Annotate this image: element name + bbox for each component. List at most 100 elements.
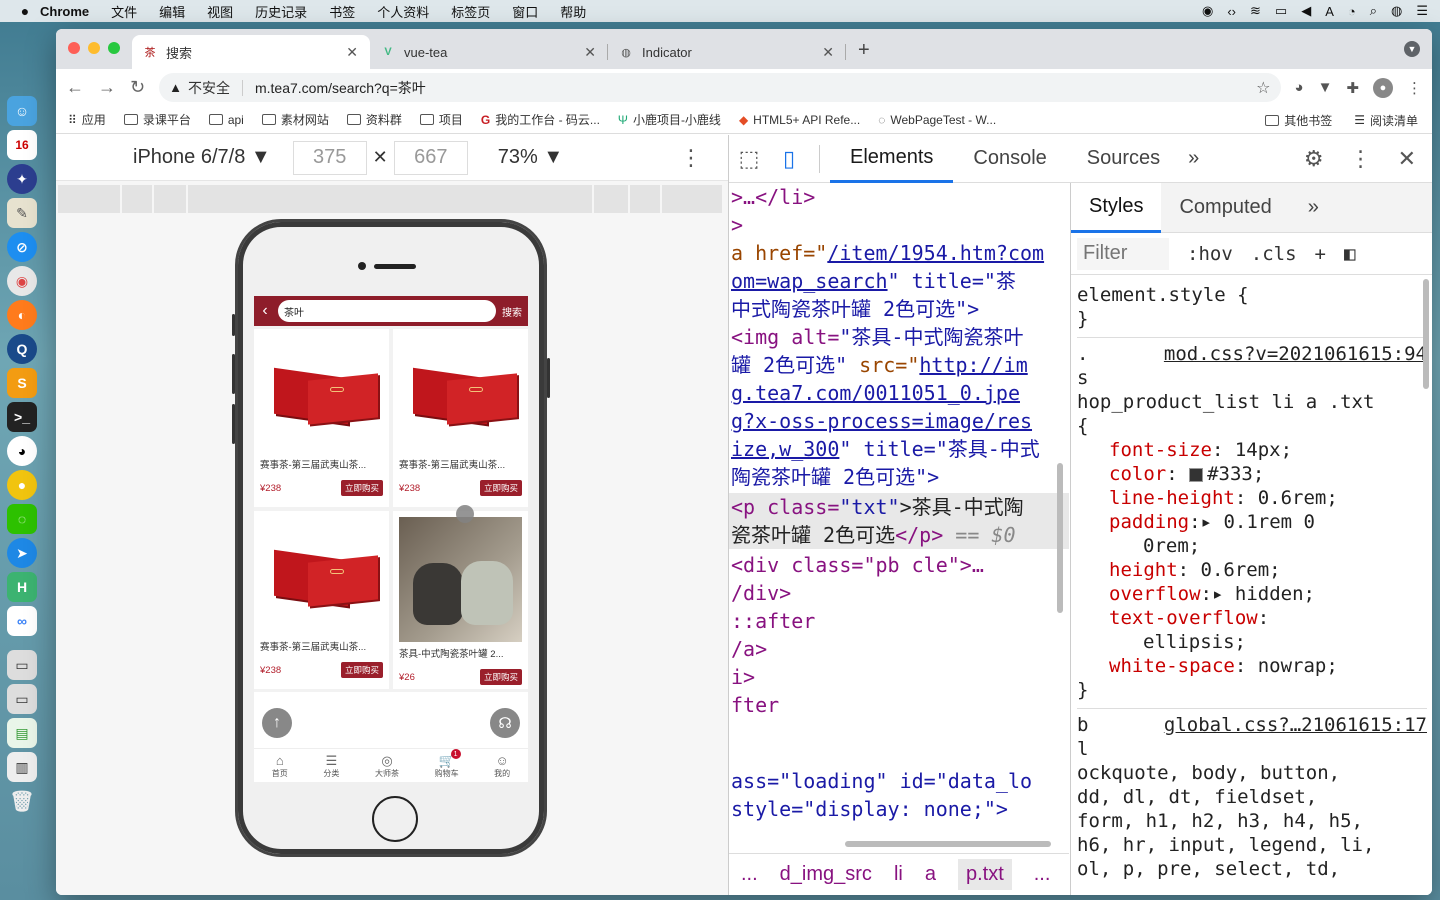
reload-icon[interactable]: ↻ [130, 77, 145, 98]
spotlight-search-icon[interactable]: ⌕ [1370, 3, 1377, 19]
stylesheet-link[interactable]: global.css?…21061615:17 [1164, 713, 1427, 737]
bookmark-folder[interactable]: api [208, 113, 244, 127]
other-bookmarks[interactable]: 其他书签 [1265, 112, 1332, 129]
dom-node[interactable]: 陶瓷茶叶罐 2色可选"> [729, 463, 1069, 491]
chrome-menu-icon[interactable]: ⋮ [1407, 79, 1422, 97]
calendar-icon[interactable]: 16 [7, 130, 37, 160]
product-card[interactable]: 茶具-中式陶瓷茶叶罐 2... ¥26 立即购买 [393, 511, 528, 689]
dom-node[interactable]: ::after [729, 607, 1069, 635]
rule-selector[interactable]: hop_product_list li a .txt [1077, 390, 1427, 414]
css-declaration[interactable]: color: #333; [1077, 462, 1427, 486]
clock-icon[interactable]: ◔ [1348, 4, 1356, 19]
ruler-segment[interactable] [154, 185, 186, 213]
src-link[interactable]: g?x-oss-process=image/res [731, 409, 1032, 433]
breadcrumb-item[interactable]: ... [1034, 863, 1051, 886]
zoom-select[interactable]: 73% ▼ [498, 146, 563, 169]
lemon-icon[interactable]: ● [7, 470, 37, 500]
bookmark-folder[interactable]: 资料群 [346, 111, 402, 128]
finder-icon[interactable]: ☺ [7, 96, 37, 126]
close-tab-icon[interactable]: ✕ [584, 44, 596, 61]
tab-search[interactable]: 茶 搜索 ✕ [132, 35, 370, 69]
product-card[interactable]: 赛事茶-第三届武夷山茶... ¥238 立即购买 [254, 329, 389, 507]
dom-node[interactable]: >…</li> [729, 183, 1069, 211]
close-tab-icon[interactable]: ✕ [822, 44, 834, 61]
safari-icon[interactable]: ⊘ [7, 232, 37, 262]
dom-node[interactable]: /div> [729, 579, 1069, 607]
feishu-icon[interactable]: ➤ [7, 538, 37, 568]
screenshot-thumb-icon[interactable]: ▭ [7, 650, 37, 680]
bookmark-xiaolu[interactable]: Ψ 小鹿项目-小鹿线 [618, 111, 721, 128]
tab-master-tea[interactable]: ◎ 大师茶 [375, 749, 399, 782]
css-declaration[interactable]: overflow:▸ hidden; [1077, 582, 1427, 606]
dom-node[interactable]: 中式陶瓷茶叶罐 2色可选"> [729, 295, 1069, 323]
dom-node[interactable]: om=wap_search" title="茶 [729, 267, 1069, 295]
color-swatch[interactable] [1189, 467, 1204, 482]
dom-node[interactable]: /a> [729, 635, 1069, 663]
styles-filter-input[interactable] [1077, 237, 1169, 270]
breadcrumb-item[interactable]: d_img_src [780, 863, 872, 886]
menu-window[interactable]: 窗口 [512, 2, 538, 21]
css-declaration[interactable]: line-height: 0.6rem; [1077, 486, 1427, 510]
ruler-segment[interactable] [630, 185, 660, 213]
record-icon[interactable]: ◉ [1202, 3, 1213, 19]
dom-node[interactable]: fter [729, 691, 1069, 719]
dom-node[interactable]: ize,w_300" title="茶具-中式 [729, 435, 1069, 463]
rule-selector[interactable]: ockquote, body, button, [1077, 761, 1427, 785]
qq-icon[interactable]: ◕ [7, 436, 37, 466]
hbuilder-icon[interactable]: H [7, 572, 37, 602]
expand-triangle-icon[interactable]: ▸ [1212, 583, 1223, 605]
close-window-button[interactable] [68, 42, 80, 54]
close-tab-icon[interactable]: ✕ [346, 44, 358, 61]
menu-profile[interactable]: 个人资料 [377, 2, 429, 21]
hover-state-toggle[interactable]: :hov [1187, 243, 1233, 265]
dom-node[interactable]: a href="/item/1954.htm?com [729, 239, 1069, 267]
buy-now-button[interactable]: 立即购买 [479, 669, 522, 685]
terminal-icon[interactable]: >_ [7, 402, 37, 432]
notes-icon[interactable]: ✎ [7, 198, 37, 228]
href-link[interactable]: /item/1954.htm?com [827, 241, 1044, 265]
buy-now-button[interactable]: 立即购买 [340, 662, 383, 678]
tab-vue-tea[interactable]: V vue-tea ✕ [370, 35, 608, 69]
ruler-segment[interactable] [662, 185, 722, 213]
devtools-menu-icon[interactable]: ⋮ [1350, 146, 1372, 172]
css-declaration[interactable]: white-space: nowrap; [1077, 654, 1427, 678]
rule-selector[interactable]: element.style { [1077, 283, 1427, 307]
device-width-input[interactable]: 375 [292, 140, 367, 175]
expand-triangle-icon[interactable]: ▸ [1201, 511, 1212, 533]
back-icon[interactable]: ← [66, 77, 84, 98]
url-text[interactable]: m.tea7.com/search?q=茶叶 [255, 78, 426, 98]
tab-home[interactable]: ⌂ 首页 [272, 749, 288, 782]
menu-tabs[interactable]: 标签页 [451, 2, 490, 21]
dom-node[interactable]: <img alt="茶具-中式陶瓷茶叶 [729, 323, 1069, 351]
back-arrow-icon[interactable]: ‹ [258, 302, 272, 320]
dom-node[interactable]: g.tea7.com/0011051_0.jpe [729, 379, 1069, 407]
tab-styles[interactable]: Styles [1071, 182, 1162, 233]
document-thumb-icon[interactable]: ▥ [7, 752, 37, 782]
tab-search-menu-icon[interactable]: ▼ [1404, 41, 1420, 57]
bookmark-webpagetest[interactable]: ◌ WebPageTest - W... [878, 113, 996, 127]
bookmark-folder[interactable]: 录课平台 [123, 111, 191, 128]
product-card[interactable]: 赛事茶-第三届武夷山茶... ¥238 立即购买 [393, 329, 528, 507]
buy-now-button[interactable]: 立即购买 [479, 480, 522, 496]
dom-node[interactable]: g?x-oss-process=image/res [729, 407, 1069, 435]
href-link[interactable]: om=wap_search [731, 269, 888, 293]
menu-app-name[interactable]: Chrome [40, 4, 89, 19]
code-icon[interactable]: ‹› [1227, 4, 1236, 19]
elements-horizontal-scrollbar[interactable] [845, 841, 1051, 847]
extensions-puzzle-icon[interactable]: ✚ [1346, 79, 1359, 97]
more-tabs-icon[interactable]: » [1180, 135, 1207, 183]
new-tab-button[interactable]: + [846, 39, 882, 69]
volume-icon[interactable]: ◀ [1301, 3, 1311, 19]
device-select[interactable]: iPhone 6/7/8 ▼ [133, 146, 271, 169]
wifi-icon[interactable]: ≋ [1250, 3, 1261, 19]
src-link[interactable]: ize,w_300 [731, 437, 839, 461]
css-declaration[interactable]: font-size: 14px; [1077, 438, 1427, 462]
src-link[interactable]: http://im [919, 353, 1027, 377]
window-thumb-icon[interactable]: ▭ [7, 684, 37, 714]
sublime-icon[interactable]: S [7, 368, 37, 398]
tab-indicator[interactable]: ◍ Indicator ✕ [608, 35, 846, 69]
mobile-search-button[interactable]: 搜索 [502, 304, 524, 319]
tab-console[interactable]: Console [953, 135, 1066, 183]
battery-icon[interactable]: ▭ [1275, 3, 1287, 19]
bookmark-folder[interactable]: 项目 [419, 111, 463, 128]
